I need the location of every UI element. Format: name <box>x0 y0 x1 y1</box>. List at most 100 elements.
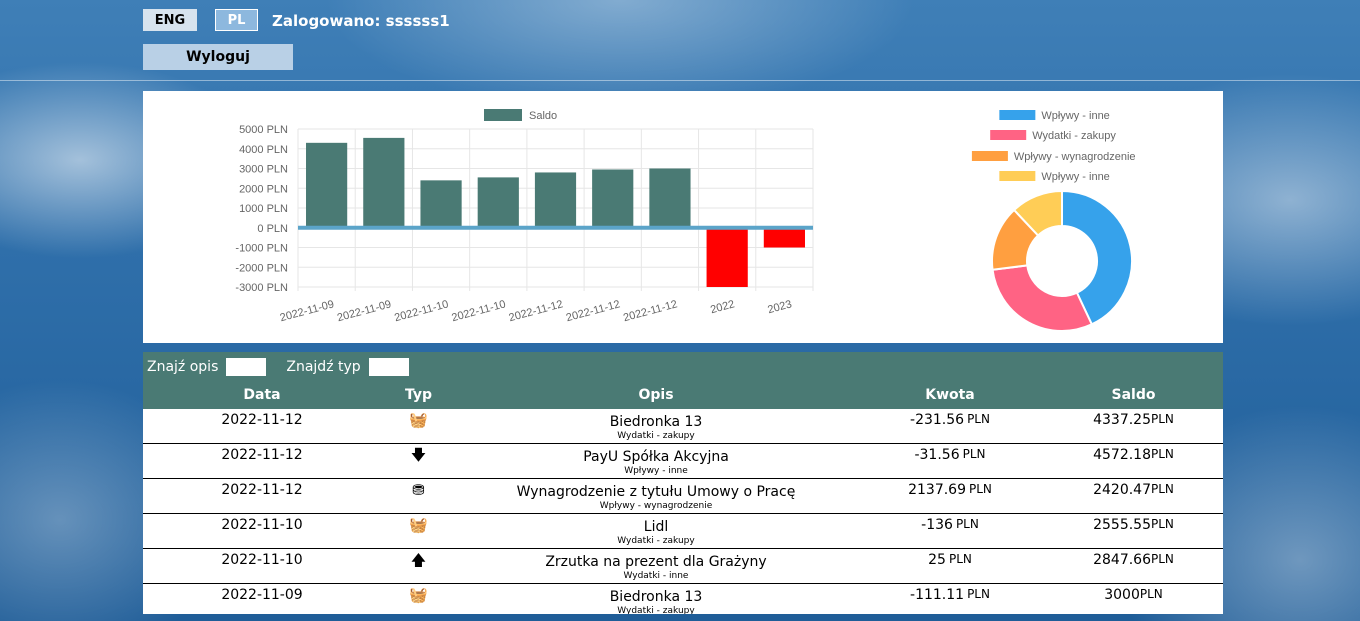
row-amount: -136 <box>921 517 953 533</box>
type-filter-label: Znajdź typ <box>286 358 361 375</box>
lang-eng-button[interactable]: ENG <box>143 9 197 31</box>
column-header-balance[interactable]: Saldo <box>1044 381 1223 409</box>
row-balance: 3000 <box>1104 587 1140 603</box>
currency-label: PLN <box>1151 447 1174 461</box>
row-category: Wpływy - wynagrodzenie <box>599 501 713 511</box>
pie-legend-label-1: Wydatki - zakupy <box>1032 130 1116 142</box>
currency-label: PLN <box>1151 552 1174 566</box>
x-tick-label: 2022-11-10 <box>450 298 507 324</box>
currency-label: PLN <box>962 447 986 461</box>
bar-saldo-8 <box>763 227 805 248</box>
column-header-description[interactable]: Opis <box>456 381 856 409</box>
row-balance: 2847.66 <box>1093 552 1151 568</box>
currency-label: PLN <box>948 552 972 566</box>
arrow-down-icon: 🡇 <box>410 446 427 464</box>
bar-saldo-1 <box>363 137 405 228</box>
y-tick-label: -3000 PLN <box>235 282 288 294</box>
bar-saldo-4 <box>534 172 577 228</box>
row-date: 2022-11-12 <box>221 447 303 463</box>
row-category: Wydatki - zakupy <box>617 431 695 441</box>
basket-icon: 🧺 <box>409 516 428 534</box>
row-description: Wynagrodzenie z tytułu Umowy o Pracę <box>516 484 796 500</box>
y-tick-label: 3000 PLN <box>239 164 288 176</box>
pie-legend-swatch-2 <box>971 151 1008 161</box>
charts-panel: 5000 PLN 4000 PLN 3000 PLN 2000 PLN 1000 PLN… <box>143 91 1223 343</box>
row-amount: -31.56 <box>914 447 960 463</box>
bar-saldo-5 <box>592 169 634 228</box>
pie-legend-label-0: Wpływy - inne <box>1041 110 1109 122</box>
column-header-amount[interactable]: Kwota <box>856 381 1044 409</box>
row-balance: 4337.25 <box>1093 412 1151 428</box>
row-description: Biedronka 13 <box>609 414 703 430</box>
x-tick-label: 2022-11-09 <box>336 298 393 324</box>
legend-label-saldo: Saldo <box>529 110 557 122</box>
basket-icon: 🧺 <box>409 586 428 604</box>
y-tick-label: 2000 PLN <box>239 183 288 195</box>
y-tick-label: 1000 PLN <box>239 203 288 215</box>
y-tick-label: 5000 PLN <box>239 124 288 136</box>
row-balance: 2420.47 <box>1093 482 1151 498</box>
row-date: 2022-11-12 <box>221 412 303 428</box>
y-tick-label: 0 PLN <box>257 223 288 235</box>
x-tick-label: 2022-11-10 <box>393 298 450 324</box>
row-description: Lidl <box>643 519 669 535</box>
column-header-date[interactable]: Data <box>143 381 381 409</box>
row-date: 2022-11-12 <box>221 482 303 498</box>
row-category: Wydatki - zakupy <box>617 536 695 546</box>
desc-filter-input[interactable] <box>226 357 267 376</box>
currency-label: PLN <box>967 587 990 601</box>
bar-saldo-2 <box>420 180 462 228</box>
table-body: 2022-11-12 🧺 Biedronka 13 Wydatki - zakupy -… <box>143 409 1223 614</box>
x-tick-label: 2022 <box>709 298 736 316</box>
y-tick-label: -1000 PLN <box>235 243 288 255</box>
pie-legend-swatch-0 <box>999 110 1036 120</box>
pie-legend-label-3: Wpływy - inne <box>1041 171 1109 183</box>
table-row[interactable]: 2022-11-12 🡇 PayU Spółka Akcyjna Wpływy - i… <box>143 444 1223 479</box>
donut-slice-3 <box>1012 189 1063 237</box>
table-row[interactable]: 2022-11-10 🡅 Zrzutka na prezent dla Grażyn… <box>143 549 1223 584</box>
table-row[interactable]: 2022-11-12 🧺 Biedronka 13 Wydatki - zakupy -… <box>143 409 1223 444</box>
type-filter-input[interactable] <box>368 357 409 376</box>
arrow-up-icon: 🡅 <box>410 551 427 569</box>
y-tick-label: -2000 PLN <box>235 262 288 274</box>
basket-icon: 🧺 <box>409 411 428 429</box>
row-balance: 4572.18 <box>1093 447 1151 463</box>
row-date: 2022-11-10 <box>221 517 303 533</box>
table-row[interactable]: 2022-11-12 ⛃ Wynagrodzenie z tytułu Umowy … <box>143 479 1223 514</box>
top-bar: ENG PL Zalogowano: ssssss1 Wyloguj <box>0 0 1360 81</box>
row-amount: 25 <box>928 552 946 568</box>
bar-saldo-6 <box>649 168 691 228</box>
logged-in-label: Zalogowano: ssssss1 <box>272 12 450 30</box>
table-header: Data Typ Opis Kwota Saldo <box>143 381 1223 409</box>
pie-legend-label-2: Wpływy - wynagrodzenie <box>1014 151 1136 163</box>
row-date: 2022-11-10 <box>221 552 303 568</box>
y-tick-label: 4000 PLN <box>239 144 288 156</box>
row-balance: 2555.55 <box>1093 517 1151 533</box>
row-amount: 2137.69 <box>908 482 966 498</box>
x-tick-label: 2022-11-12 <box>622 298 679 324</box>
balance-bar-chart: 5000 PLN 4000 PLN 3000 PLN 2000 PLN 1000 PLN… <box>235 109 814 324</box>
zero-line <box>298 225 813 230</box>
donut-slice-2 <box>991 208 1040 271</box>
pie-legend-swatch-3 <box>999 171 1036 181</box>
row-category: Wpływy - inne <box>624 466 688 476</box>
row-description: PayU Spółka Akcyjna <box>583 449 729 465</box>
desc-filter-label: Znajź opis <box>147 358 219 375</box>
lang-pl-button[interactable]: PL <box>215 9 258 31</box>
table-row[interactable]: 2022-11-09 🧺 Biedronka 13 Wydatki - zakupy -… <box>143 584 1223 615</box>
donut-slice-0 <box>1061 189 1133 326</box>
logout-button[interactable]: Wyloguj <box>143 44 293 70</box>
row-category: Wydatki - zakupy <box>617 606 695 614</box>
row-amount: -231.56 <box>910 412 965 428</box>
row-description: Biedronka 13 <box>609 589 703 605</box>
row-category: Wydatki - inne <box>623 571 689 581</box>
currency-label: PLN <box>1151 517 1174 531</box>
row-date: 2022-11-09 <box>221 587 303 603</box>
x-tick-label: 2022-11-12 <box>508 298 565 324</box>
legend-swatch-saldo <box>484 109 522 121</box>
x-tick-label: 2023 <box>766 298 793 316</box>
table-row[interactable]: 2022-11-10 🧺 Lidl Wydatki - zakupy -136 PLN 25… <box>143 514 1223 549</box>
row-description: Zrzutka na prezent dla Grażyny <box>545 554 767 570</box>
column-header-type[interactable]: Typ <box>381 381 456 409</box>
x-tick-label: 2022-11-09 <box>279 298 336 324</box>
